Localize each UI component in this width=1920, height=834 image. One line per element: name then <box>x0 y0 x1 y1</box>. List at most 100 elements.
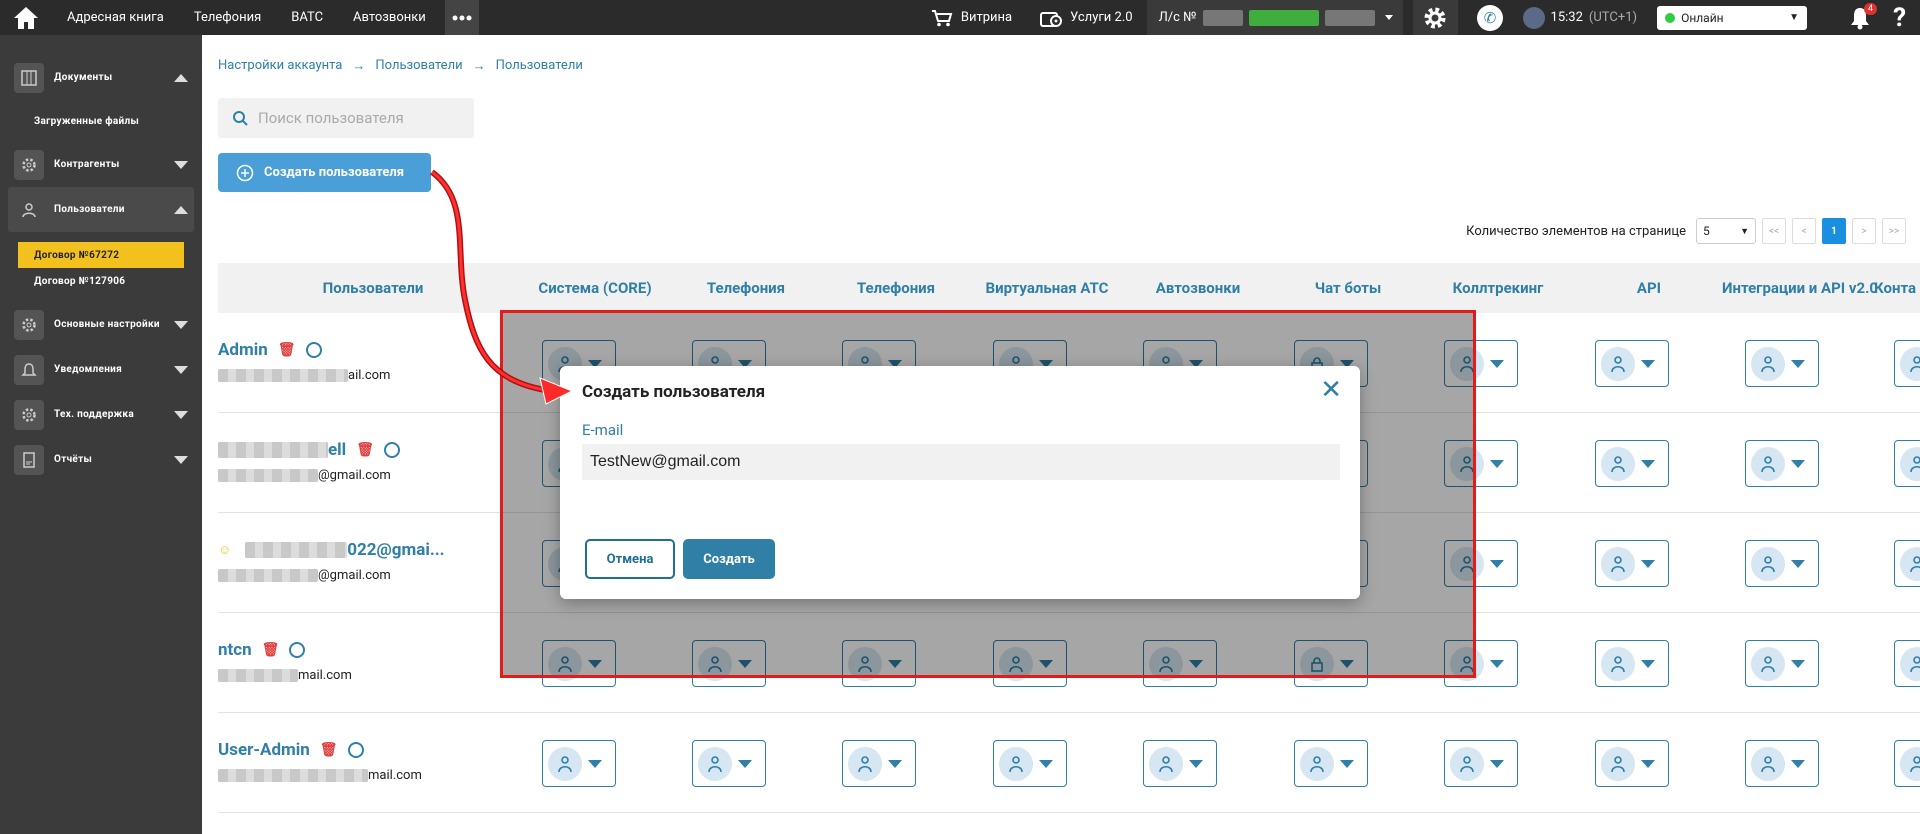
sidebar-item-users[interactable]: Пользователи <box>8 187 194 232</box>
sidebar-sub-contract-2[interactable]: Договор №127906 <box>0 268 202 294</box>
user-role-icon <box>1900 746 1920 781</box>
col-calltracking[interactable]: Коллтрекинг <box>1418 279 1578 297</box>
col-chatbots[interactable]: Чат боты <box>1268 279 1428 297</box>
col-vats[interactable]: Виртуальная АТС <box>967 279 1127 297</box>
user-email: mail.com <box>298 668 352 683</box>
trash-icon[interactable]: 🗑 <box>356 442 374 458</box>
nav-autocalls[interactable]: Автозвонки <box>338 0 441 35</box>
page-last[interactable]: >> <box>1882 218 1906 244</box>
role-select[interactable] <box>842 740 916 787</box>
role-select[interactable] <box>1595 640 1669 687</box>
search-input[interactable]: Поиск пользователя <box>218 98 474 138</box>
role-select[interactable] <box>1894 740 1920 787</box>
role-select[interactable] <box>1894 640 1920 687</box>
services-link[interactable]: Услуги 2.0 <box>1026 0 1146 35</box>
role-select[interactable] <box>1745 340 1819 387</box>
sidebar-item-notifications[interactable]: Уведомления <box>0 347 202 392</box>
col-core[interactable]: Система (CORE) <box>515 279 675 297</box>
trash-icon[interactable]: 🗑 <box>278 342 296 358</box>
user-name[interactable]: 022@gmai... <box>347 540 444 560</box>
nav-telephony[interactable]: Телефония <box>179 0 276 35</box>
sidebar-item-reports[interactable]: Отчёты <box>0 437 202 482</box>
user-profile-icon[interactable] <box>305 342 322 358</box>
chevron-down-icon <box>1490 359 1504 368</box>
role-select[interactable] <box>1745 540 1819 587</box>
user-name[interactable]: User-Admin <box>218 740 310 760</box>
trash-icon[interactable]: 🗑 <box>262 642 280 658</box>
nav-address-book[interactable]: Адресная книга <box>52 0 179 35</box>
user-role-icon <box>1900 646 1920 681</box>
phone-icon[interactable]: ✆ <box>1467 0 1513 35</box>
email-label: E-mail <box>582 421 624 439</box>
nav-vats[interactable]: ВАТС <box>276 0 338 35</box>
role-select[interactable] <box>1894 340 1920 387</box>
page-first[interactable]: << <box>1762 218 1786 244</box>
sidebar-sub-uploaded-files[interactable]: Загруженные файлы <box>0 100 202 142</box>
chevron-down-icon <box>1791 359 1805 368</box>
table-header: Пользователи Система (CORE) Телефония Те… <box>218 263 1920 313</box>
close-icon[interactable]: ✕ <box>1320 377 1342 403</box>
user-role-icon <box>999 746 1033 781</box>
role-select[interactable] <box>1894 540 1920 587</box>
sidebar-item-support[interactable]: Тех. поддержка <box>0 392 202 437</box>
role-select[interactable] <box>1745 640 1819 687</box>
role-select[interactable] <box>1595 540 1669 587</box>
help-icon[interactable]: ? <box>1893 3 1906 33</box>
user-profile-icon[interactable] <box>383 442 400 458</box>
role-select[interactable] <box>542 740 616 787</box>
avatar[interactable] <box>1522 6 1545 29</box>
user-profile-icon[interactable] <box>289 642 306 658</box>
page-size-select[interactable]: 5 ▼ <box>1696 218 1756 244</box>
col-telephony-2[interactable]: Телефония <box>816 279 976 297</box>
more-icon[interactable] <box>444 0 479 35</box>
user-name[interactable]: ntcn <box>218 640 252 660</box>
cancel-button[interactable]: Отмена <box>585 539 675 579</box>
col-contacts[interactable]: Конта <box>1874 279 1920 297</box>
sidebar-item-main-settings[interactable]: Основные настройки <box>0 302 202 347</box>
email-field[interactable] <box>582 444 1340 480</box>
page-current[interactable]: 1 <box>1822 218 1846 244</box>
home-icon[interactable] <box>0 0 52 35</box>
role-select[interactable] <box>1745 740 1819 787</box>
breadcrumb-users[interactable]: Пользователи <box>375 58 462 74</box>
page-prev[interactable]: < <box>1792 218 1816 244</box>
submit-button[interactable]: Создать <box>683 539 775 579</box>
role-select[interactable] <box>993 740 1067 787</box>
role-select[interactable] <box>692 740 766 787</box>
role-select[interactable] <box>1894 440 1920 487</box>
col-api[interactable]: API <box>1569 279 1729 297</box>
breadcrumb-users-current[interactable]: Пользователи <box>496 58 583 74</box>
col-telephony-1[interactable]: Телефония <box>666 279 826 297</box>
breadcrumb-account-settings[interactable]: Настройки аккаунта <box>218 58 342 74</box>
status-select[interactable]: Онлайн ▼ <box>1657 5 1808 30</box>
chevron-down-icon <box>1791 459 1805 468</box>
report-icon <box>14 444 44 475</box>
role-select[interactable] <box>1143 740 1217 787</box>
role-select[interactable] <box>1595 340 1669 387</box>
user-name[interactable]: Admin <box>218 340 268 360</box>
bell-icon[interactable]: 4 <box>1849 2 1878 30</box>
role-select[interactable] <box>1444 740 1518 787</box>
gear-icon <box>14 309 44 340</box>
create-user-button[interactable]: Создать пользователя <box>218 153 431 192</box>
role-select[interactable] <box>1595 740 1669 787</box>
user-profile-icon[interactable] <box>347 742 364 758</box>
role-select[interactable] <box>1745 440 1819 487</box>
user-name[interactable]: ell <box>328 440 346 460</box>
account-selector[interactable]: Л/с № <box>1146 0 1403 35</box>
chevron-down-icon <box>1641 459 1655 468</box>
settings-gear-icon[interactable] <box>1412 0 1458 35</box>
trash-icon[interactable]: 🗑 <box>320 742 338 758</box>
role-select[interactable] <box>1294 740 1368 787</box>
sidebar-item-documents[interactable]: Документы <box>0 55 202 100</box>
col-autocalls[interactable]: Автозвонки <box>1118 279 1278 297</box>
sidebar-item-counterparties[interactable]: Контрагенты <box>0 142 202 187</box>
col-users[interactable]: Пользователи <box>288 279 458 297</box>
col-integrations[interactable]: Интеграции и API v2.0 <box>1720 279 1880 297</box>
role-select[interactable] <box>1595 440 1669 487</box>
sidebar-sub-contract-1[interactable]: Договор №67272 <box>18 242 184 268</box>
chevron-down-icon <box>174 365 188 374</box>
showcase-link[interactable]: Витрина <box>917 0 1026 35</box>
page-next[interactable]: > <box>1852 218 1876 244</box>
chevron-down-icon: ▼ <box>1740 226 1749 237</box>
